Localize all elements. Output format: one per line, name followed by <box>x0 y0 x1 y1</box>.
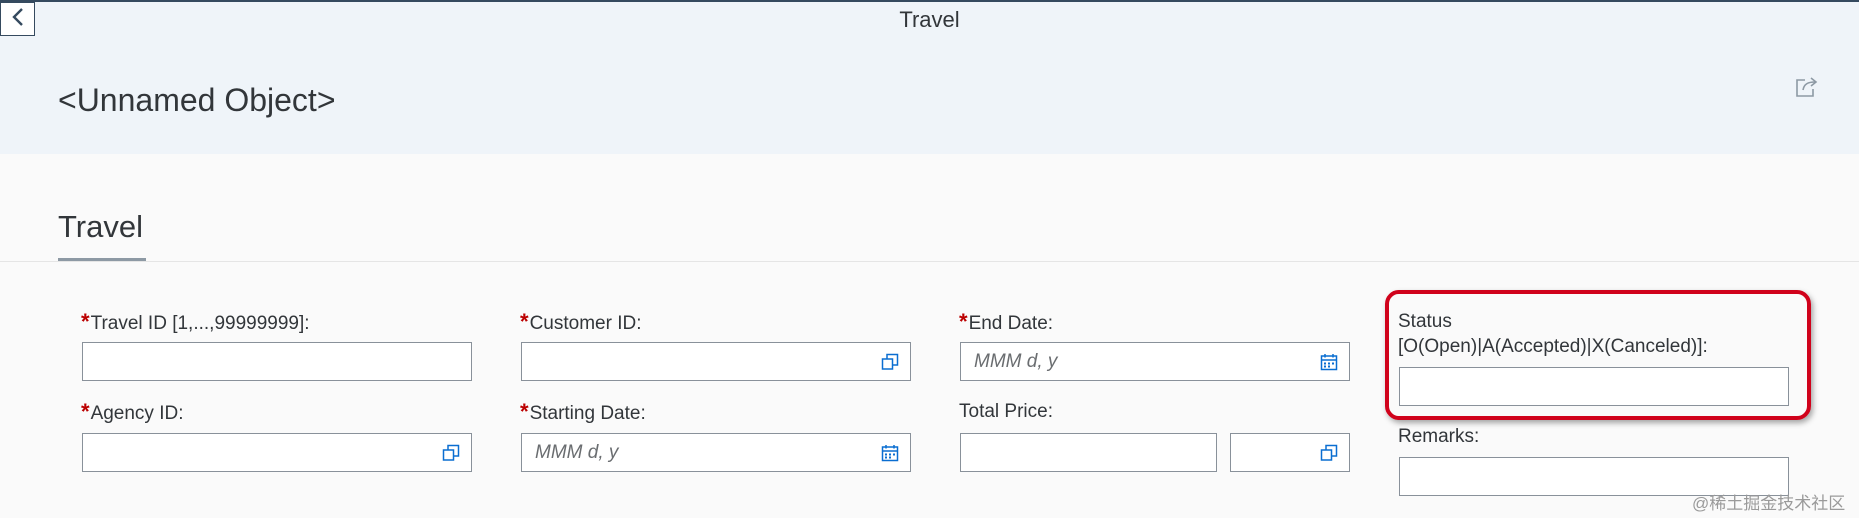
customer-id-label-text: Customer ID: <box>529 313 642 334</box>
value-help-icon[interactable] <box>1319 443 1339 463</box>
calendar-icon[interactable] <box>1319 352 1339 372</box>
value-help-icon[interactable] <box>441 443 461 463</box>
chevron-left-icon <box>11 7 25 32</box>
required-marker: * <box>520 399 529 424</box>
starting-date-label-text: Starting Date: <box>529 403 646 424</box>
customer-id-input[interactable] <box>521 342 911 381</box>
share-button[interactable] <box>1790 72 1824 106</box>
required-marker: * <box>959 309 968 334</box>
date-placeholder: MMM d, y <box>535 442 619 463</box>
required-marker: * <box>81 399 90 424</box>
required-marker: * <box>81 309 90 334</box>
total-price-input[interactable] <box>960 433 1217 472</box>
customer-id-label: *Customer ID: <box>520 310 641 336</box>
end-date-label: *End Date: <box>959 310 1053 336</box>
share-icon <box>1795 76 1819 103</box>
travel-id-label-text: Travel ID [1,...,99999999]: <box>90 313 310 334</box>
value-help-icon[interactable] <box>880 352 900 372</box>
required-marker: * <box>520 309 529 334</box>
section-divider <box>0 261 1859 262</box>
back-button[interactable] <box>0 2 35 36</box>
travel-id-label: *Travel ID [1,...,99999999]: <box>81 310 310 336</box>
date-placeholder: MMM d, y <box>974 351 1058 372</box>
remarks-label: Remarks: <box>1398 426 1480 447</box>
agency-id-label-text: Agency ID: <box>90 403 184 424</box>
agency-id-input[interactable] <box>82 433 472 472</box>
starting-date-label: *Starting Date: <box>520 400 646 426</box>
calendar-icon[interactable] <box>880 443 900 463</box>
agency-id-label: *Agency ID: <box>81 400 184 426</box>
tab-travel[interactable]: Travel <box>58 205 143 249</box>
total-price-label: Total Price: <box>959 401 1053 422</box>
end-date-label-text: End Date: <box>968 313 1054 334</box>
starting-date-input[interactable]: MMM d, y <box>521 433 911 472</box>
currency-input[interactable] <box>1230 433 1350 472</box>
watermark: @稀土掘金技术社区 <box>1692 494 1846 513</box>
travel-id-input[interactable] <box>82 342 472 381</box>
object-title: <Unnamed Object> <box>58 82 336 118</box>
status-highlight-annotation <box>1385 290 1811 420</box>
end-date-input[interactable]: MMM d, y <box>960 342 1350 381</box>
